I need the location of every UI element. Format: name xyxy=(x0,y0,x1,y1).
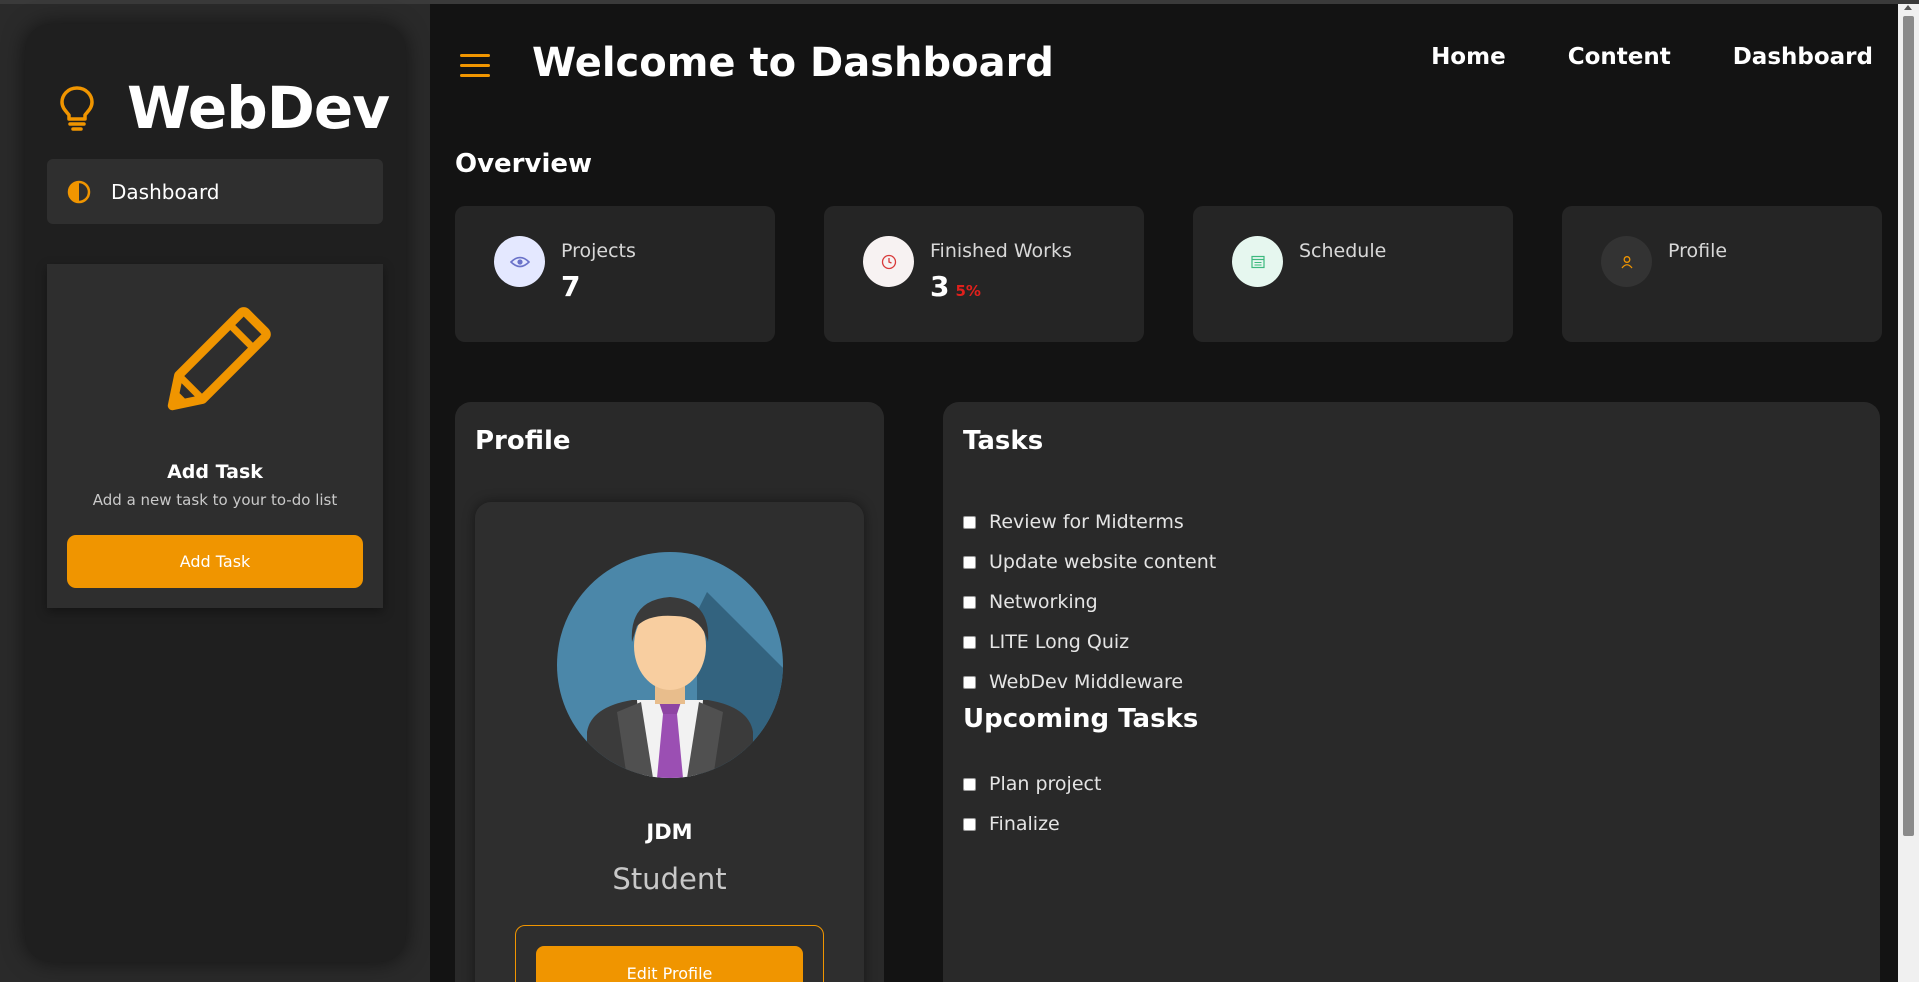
card-label: Profile xyxy=(1668,240,1728,262)
card-label: Finished Works xyxy=(930,240,1072,262)
task-checkbox[interactable] xyxy=(963,635,976,649)
task-checkbox[interactable] xyxy=(963,515,976,529)
eye-icon xyxy=(494,236,545,287)
card-label: Projects xyxy=(561,240,636,262)
percent-badge: 5% xyxy=(955,282,981,300)
edit-profile-frame: Edit Profile xyxy=(515,925,824,982)
profile-card: JDM Student Edit Profile xyxy=(475,502,864,982)
user-icon xyxy=(1601,236,1652,287)
task-item: Finalize xyxy=(963,804,1101,844)
menu-icon[interactable] xyxy=(460,54,490,78)
upcoming-task-list: Plan project Finalize xyxy=(963,764,1101,844)
pencil-icon xyxy=(167,307,271,411)
half-circle-icon xyxy=(67,180,91,203)
projects-card[interactable]: Projects 7 xyxy=(455,206,775,342)
nav-link-content[interactable]: Content xyxy=(1568,44,1671,70)
profile-panel-title: Profile xyxy=(475,426,571,456)
card-value: 3 5% xyxy=(930,270,981,303)
task-item: Update website content xyxy=(963,542,1216,582)
clock-icon xyxy=(863,236,914,287)
brand[interactable]: WebDev xyxy=(57,74,390,142)
task-checkbox[interactable] xyxy=(963,555,976,569)
vertical-scrollbar[interactable] xyxy=(1898,4,1919,982)
task-item: Review for Midterms xyxy=(963,502,1216,542)
finished-works-card[interactable]: Finished Works 3 5% xyxy=(824,206,1144,342)
task-label: Review for Midterms xyxy=(989,511,1184,533)
page-title: Welcome to Dashboard xyxy=(532,40,1054,86)
sidebar-item-label: Dashboard xyxy=(111,179,220,204)
task-item: WebDev Middleware xyxy=(963,662,1216,702)
card-label: Schedule xyxy=(1299,240,1387,262)
profile-name: JDM xyxy=(646,820,693,844)
upcoming-tasks-title: Upcoming Tasks xyxy=(963,704,1199,734)
nav-link-dashboard[interactable]: Dashboard xyxy=(1733,44,1873,70)
task-checkbox[interactable] xyxy=(963,675,976,689)
scroll-up-icon[interactable] xyxy=(1904,5,1912,10)
tasks-title: Tasks xyxy=(963,426,1044,456)
card-value: 7 xyxy=(561,270,581,303)
task-checkbox[interactable] xyxy=(963,595,976,609)
task-label: Update website content xyxy=(989,551,1217,573)
calendar-icon xyxy=(1232,236,1283,287)
sidebar-area: WebDev Dashboard Add Task Add a new task… xyxy=(0,4,430,982)
add-task-card: Add Task Add a new task to your to-do li… xyxy=(47,264,383,608)
lightbulb-icon xyxy=(60,86,94,131)
tasks-panel: Tasks Review for Midterms Update website… xyxy=(943,402,1880,982)
task-label: Plan project xyxy=(989,773,1102,795)
overview-title: Overview xyxy=(455,149,593,179)
sidebar: WebDev Dashboard Add Task Add a new task… xyxy=(25,24,406,962)
brand-name: WebDev xyxy=(127,74,390,142)
task-checkbox[interactable] xyxy=(963,817,976,831)
add-task-description: Add a new task to your to-do list xyxy=(92,491,338,509)
schedule-card[interactable]: Schedule xyxy=(1193,206,1513,342)
task-checkbox[interactable] xyxy=(963,777,976,791)
edit-profile-button[interactable]: Edit Profile xyxy=(536,946,803,982)
task-item: Networking xyxy=(963,582,1216,622)
task-list: Review for Midterms Update website conte… xyxy=(963,502,1216,702)
task-label: LITE Long Quiz xyxy=(989,631,1130,653)
add-task-button[interactable]: Add Task xyxy=(67,535,363,588)
add-task-title: Add Task xyxy=(167,461,263,483)
task-item: LITE Long Quiz xyxy=(963,622,1216,662)
sidebar-item-dashboard[interactable]: Dashboard xyxy=(47,159,383,224)
task-label: Finalize xyxy=(989,813,1060,835)
task-label: Networking xyxy=(989,591,1098,613)
nav-link-home[interactable]: Home xyxy=(1431,44,1506,70)
top-nav: Home Content Dashboard xyxy=(1369,44,1873,70)
profile-panel: Profile JDM Student Edit Profile xyxy=(455,402,884,982)
avatar xyxy=(557,552,783,778)
main-content: Welcome to Dashboard Home Content Dashbo… xyxy=(430,4,1898,982)
scroll-thumb[interactable] xyxy=(1903,16,1914,836)
profile-role: Student xyxy=(612,862,727,896)
profile-card-link[interactable]: Profile xyxy=(1562,206,1882,342)
task-label: WebDev Middleware xyxy=(989,671,1184,693)
task-item: Plan project xyxy=(963,764,1101,804)
